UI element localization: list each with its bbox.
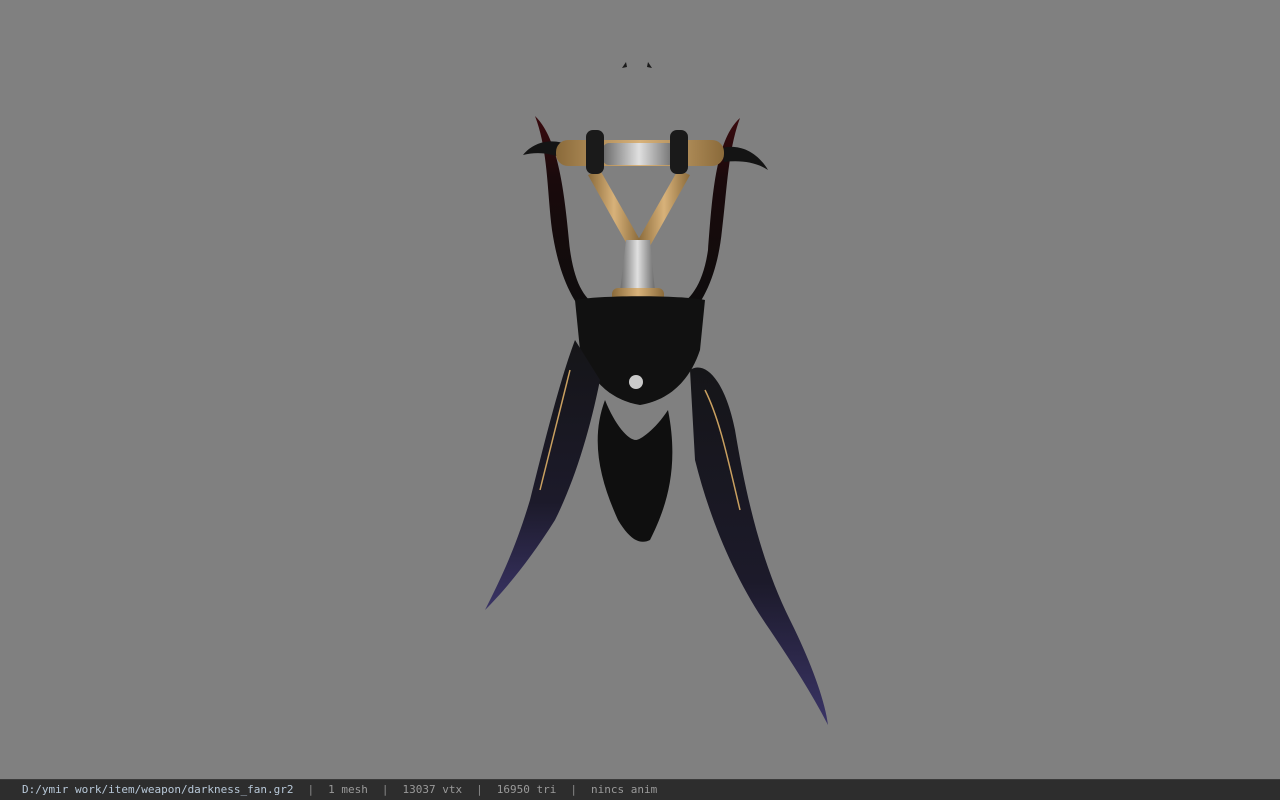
file-path: D:/ymir work/item/weapon/darkness_fan.gr… <box>22 783 294 796</box>
3d-viewport[interactable] <box>0 0 1280 779</box>
weapon-model-render <box>485 62 828 725</box>
vertex-count: 13037 vtx <box>402 783 463 796</box>
animation-status: nincs anim <box>591 783 658 796</box>
status-separator: | <box>307 783 315 796</box>
status-bar: D:/ymir work/item/weapon/darkness_fan.gr… <box>0 779 1280 800</box>
mesh-count: 1 mesh <box>328 783 368 796</box>
status-separator: | <box>570 783 577 796</box>
status-separator: | <box>381 783 389 796</box>
status-separator: | <box>476 783 483 796</box>
triangle-count: 16950 tri <box>496 783 557 796</box>
